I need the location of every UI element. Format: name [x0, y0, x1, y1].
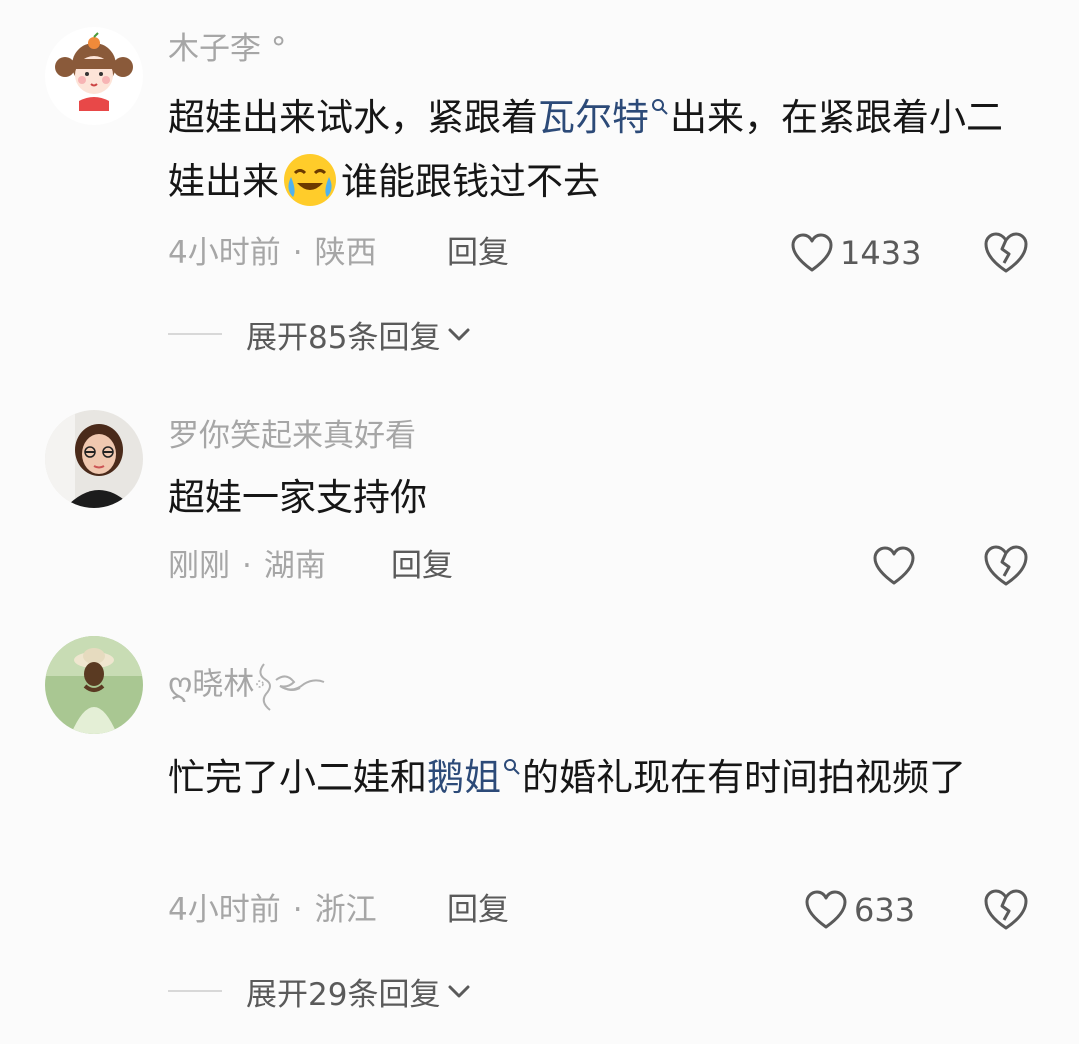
- like-count: 1433: [840, 234, 922, 272]
- expand-replies-button[interactable]: 展开29条回复: [168, 971, 472, 1013]
- avatar[interactable]: [45, 410, 143, 508]
- separator: ·: [292, 892, 303, 928]
- chevron-down-icon: [448, 985, 470, 998]
- search-icon: [652, 98, 668, 115]
- decorative-swirl-icon: [256, 663, 325, 711]
- like-button[interactable]: 633: [804, 887, 915, 933]
- keyword-link[interactable]: 瓦尔特: [538, 96, 670, 139]
- heart-icon: [873, 546, 915, 585]
- comment-item: ღ晓林 忙完了小二娃和鹅姐 的婚礼现在有时间拍视频了 4小时前 · 浙江 回复 633…: [0, 610, 1079, 1044]
- divider: [168, 990, 222, 992]
- comment-item: 木子李 ° 超娃出来试水，紧跟着瓦尔特 出来，在紧跟着小二娃出来 谁能跟钱过不去 4…: [0, 0, 1079, 370]
- location: 浙江: [314, 892, 377, 928]
- comment-meta: 4小时前 · 浙江: [168, 890, 377, 930]
- chevron-down-icon: [448, 328, 470, 341]
- like-button[interactable]: 1433: [790, 230, 921, 276]
- comment-text: 超娃一家支持你: [168, 476, 427, 519]
- like-count: 633: [854, 891, 916, 929]
- heart-icon: [791, 233, 833, 272]
- divider: [168, 333, 222, 335]
- reply-button[interactable]: 回复: [447, 890, 509, 930]
- location: 陕西: [314, 235, 377, 271]
- heart-icon: [805, 890, 847, 929]
- comment-meta: 4小时前 · 陕西: [168, 233, 377, 273]
- comment-meta: 刚刚 · 湖南: [168, 546, 326, 586]
- broken-heart-icon[interactable]: [983, 230, 1029, 276]
- username[interactable]: ღ晓林: [168, 658, 344, 714]
- comment-item: 罗你笑起来真好看 超娃一家支持你 刚刚 · 湖南 回复: [0, 370, 1079, 610]
- like-button[interactable]: [872, 543, 922, 589]
- username[interactable]: 罗你笑起来真好看: [168, 416, 416, 456]
- broken-heart-icon[interactable]: [983, 887, 1029, 933]
- location: 湖南: [263, 548, 326, 584]
- reply-button[interactable]: 回复: [447, 233, 509, 273]
- comment-text: 超娃出来试水，紧跟着瓦尔特 出来，在紧跟着小二娃出来 谁能跟钱过不去: [168, 86, 1028, 214]
- crying-laughing-emoji: [284, 153, 336, 206]
- search-icon: [504, 758, 520, 775]
- username[interactable]: 木子李 °: [168, 29, 286, 69]
- timestamp: 刚刚: [168, 548, 230, 584]
- avatar[interactable]: [45, 27, 143, 125]
- keyword-link[interactable]: 鹅姐: [427, 756, 522, 799]
- timestamp: 4小时前: [168, 235, 281, 271]
- timestamp: 4小时前: [168, 892, 281, 928]
- separator: ·: [292, 235, 303, 271]
- broken-heart-icon[interactable]: [983, 543, 1029, 589]
- avatar[interactable]: [45, 636, 143, 734]
- comment-text: 忙完了小二娃和鹅姐 的婚礼现在有时间拍视频了: [168, 756, 966, 799]
- expand-replies-button[interactable]: 展开85条回复: [168, 314, 472, 356]
- separator: ·: [242, 548, 252, 584]
- reply-button[interactable]: 回复: [391, 546, 453, 586]
